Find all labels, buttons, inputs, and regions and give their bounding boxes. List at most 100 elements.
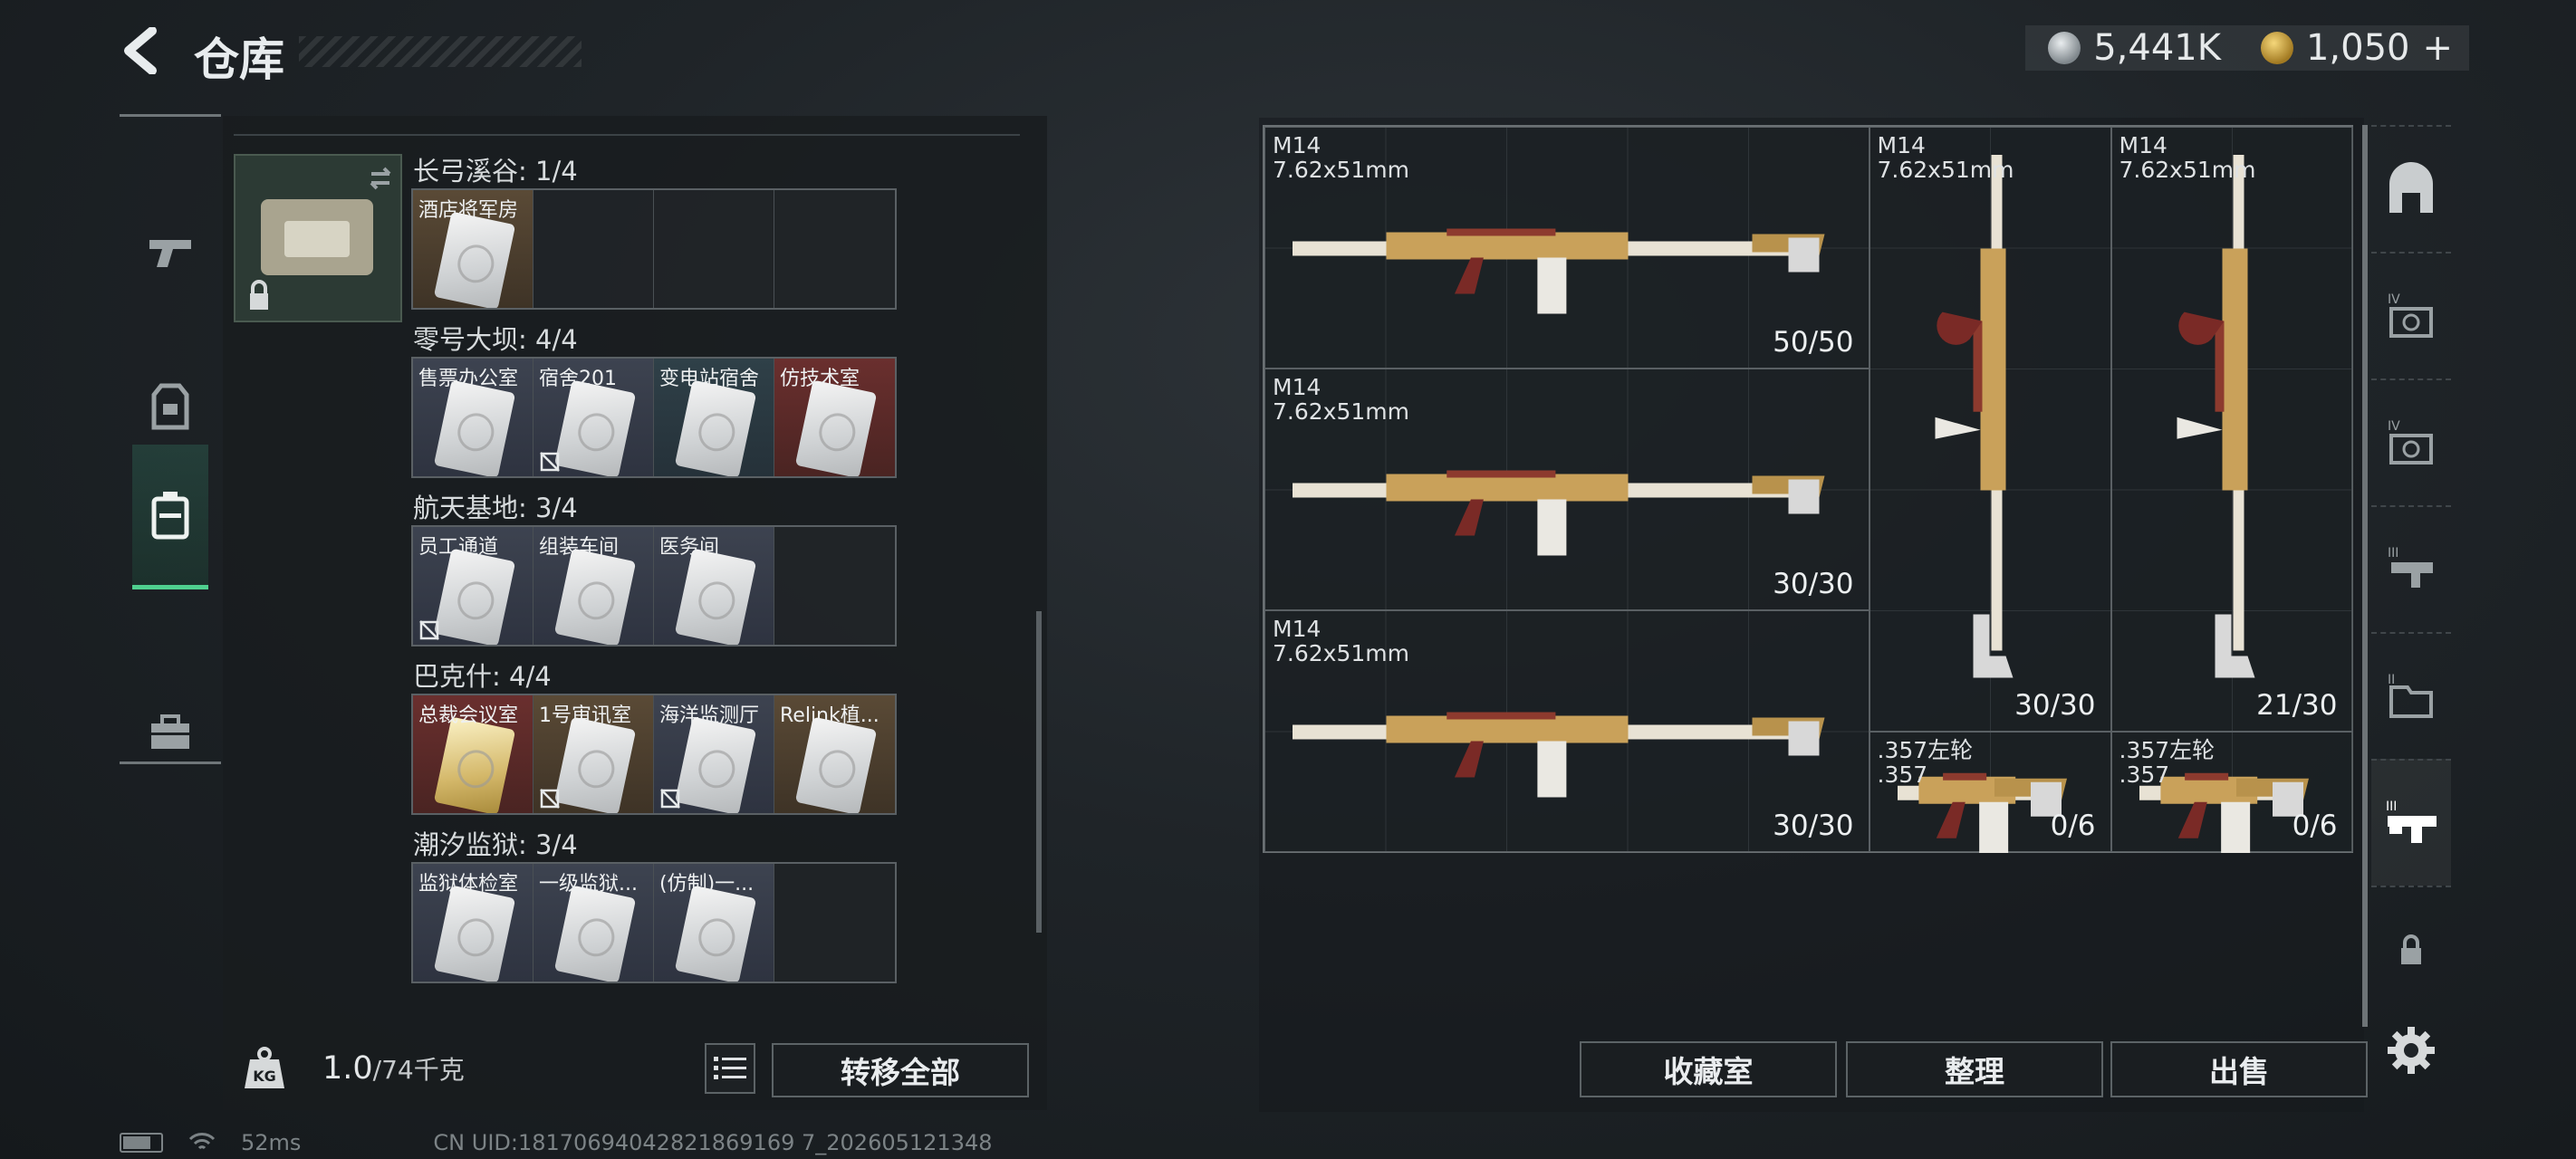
weapon-name-label: .357左轮 .357 — [1878, 738, 1974, 787]
no-insurance-icon — [660, 789, 680, 809]
weapon-name: M14 — [1877, 132, 1926, 158]
weapon-name-label: M14 7.62x51mm — [1273, 375, 1409, 424]
rail-storage-ii-button[interactable]: II — [2371, 632, 2451, 759]
currency-bar: 5,441K 1,050 + — [2025, 25, 2469, 71]
weapon-caliber: .357 — [2119, 761, 2170, 788]
empty-keycard-slot[interactable] — [774, 864, 895, 982]
keycard-label: (仿制)一... — [659, 873, 755, 896]
rail-storage-main-button[interactable] — [2371, 125, 2451, 252]
keycard-slot[interactable]: 变电站宿舍 — [654, 359, 774, 476]
right-scrollbar[interactable] — [2362, 125, 2368, 1027]
gold-amount: 1,050 — [2305, 27, 2410, 69]
back-arrow-icon[interactable] — [120, 27, 167, 74]
keycard-slot[interactable]: 组装车间 — [533, 527, 654, 645]
weapon-caliber: 7.62x51mm — [1877, 157, 2014, 183]
keycard-label: 监狱体检室 — [418, 873, 519, 896]
keycard-slot[interactable]: Relink植... — [774, 695, 895, 813]
weapon-item-m14[interactable]: M14 7.62x51mm 50/50 — [1264, 127, 1870, 369]
weapon-item-revolver[interactable]: .357左轮 .357 0/6 — [1869, 731, 2111, 853]
keycard-slot[interactable]: 总裁会议室 — [413, 695, 533, 813]
weapon-name-label: M14 7.62x51mm — [1273, 133, 1409, 182]
weapon-item-m14[interactable]: M14 7.62x51mm 30/30 — [1869, 127, 2111, 732]
keycard-image — [433, 211, 516, 308]
keycard-image — [553, 379, 637, 476]
organize-button[interactable]: 整理 — [1846, 1041, 2103, 1097]
keycard-image — [674, 379, 757, 476]
rifle-storage-icon: III — [2386, 800, 2437, 843]
keycard-slot[interactable]: 海洋监测厅 — [654, 695, 774, 813]
empty-keycard-slot[interactable] — [774, 527, 895, 645]
weapon-item-m14[interactable]: M14 7.62x51mm 30/30 — [1264, 610, 1870, 852]
keycard-case-icon — [151, 491, 189, 539]
weapon-ammo-count: 50/50 — [1773, 326, 1854, 359]
keycard-case-item[interactable] — [234, 154, 402, 322]
pistol-icon — [149, 240, 191, 267]
weapon-name: .357左轮 — [2119, 736, 2216, 763]
weapon-caliber: 7.62x51mm — [1273, 398, 1409, 425]
keycard-slot[interactable]: 1号审讯室 — [533, 695, 654, 813]
svg-text:IV: IV — [2388, 419, 2400, 434]
keycard-label: 1号审讯室 — [539, 704, 631, 727]
keycard-row: 酒店将军房 — [411, 188, 897, 310]
svg-text:II: II — [2388, 673, 2395, 687]
keycard-slot[interactable]: 监狱体检室 — [413, 864, 533, 982]
status-bar: 52ms CN UID:18170694042821869169 7_20260… — [120, 1130, 993, 1155]
rail-storage-iii-button[interactable]: III — [2371, 505, 2451, 632]
keycard-label: 售票办公室 — [418, 368, 519, 390]
keycard-image — [674, 885, 757, 982]
collection-room-button[interactable]: 收藏室 — [1580, 1041, 1837, 1097]
keycard-slot[interactable]: 医务间 — [654, 527, 774, 645]
weapon-item-m14[interactable]: M14 7.62x51mm 21/30 — [2110, 127, 2353, 732]
keycard-image — [433, 548, 516, 645]
empty-keycard-slot[interactable] — [774, 190, 895, 308]
region-title: 航天基地: 3/4 — [413, 493, 578, 523]
weapon-name: .357左轮 — [1877, 736, 1974, 763]
keycard-image — [433, 885, 516, 982]
region-title: 巴克什: 4/4 — [413, 661, 552, 692]
keycard-image — [433, 379, 516, 476]
weapon-ammo-count: 30/30 — [1773, 568, 1854, 600]
keycard-slot[interactable]: 员工通道 — [413, 527, 533, 645]
rail-keycard-button[interactable] — [132, 445, 208, 589]
keycard-image — [553, 548, 637, 645]
keycard-row: 售票办公室 宿舍201 变电站宿舍 仿技术室 — [411, 357, 897, 478]
storage-iii-icon: III — [2388, 546, 2433, 588]
weapon-item-m14[interactable]: M14 7.62x51mm 30/30 — [1264, 369, 1870, 610]
empty-keycard-slot[interactable] — [533, 190, 654, 308]
keycard-slot[interactable]: 售票办公室 — [413, 359, 533, 476]
weapon-item-revolver[interactable]: .357左轮 .357 0/6 — [2110, 731, 2353, 853]
gold-add-button[interactable]: + — [2422, 27, 2453, 69]
list-view-button[interactable] — [705, 1043, 755, 1094]
keycard-slot[interactable]: 宿舍201 — [533, 359, 654, 476]
keycard-label: 医务间 — [659, 536, 720, 559]
left-scrollbar[interactable] — [1036, 611, 1042, 933]
keycard-image — [674, 548, 757, 645]
weight-kg-icon: KG — [245, 1047, 284, 1088]
svg-text:III: III — [2386, 800, 2397, 814]
transfer-all-button[interactable]: 转移全部 — [772, 1043, 1029, 1097]
rail-weapons-button[interactable] — [132, 180, 208, 325]
keycard-image — [553, 885, 637, 982]
settings-gear-icon[interactable] — [2384, 1023, 2438, 1078]
keycard-slot[interactable]: 仿技术室 — [774, 359, 895, 476]
weapon-caliber: 7.62x51mm — [1273, 640, 1409, 666]
keycard-slot[interactable]: 一级监狱... — [533, 864, 654, 982]
empty-keycard-slot[interactable] — [654, 190, 774, 308]
rail-toolbox-button[interactable] — [132, 660, 208, 805]
keycard-slot[interactable]: 酒店将军房 — [413, 190, 533, 308]
weight-readout: 1.0/74千克 — [322, 1050, 465, 1087]
rail-storage-weapons-button[interactable]: III — [2371, 759, 2451, 886]
keycard-image — [433, 716, 516, 813]
sell-button[interactable]: 出售 — [2110, 1041, 2368, 1097]
weapon-image — [1935, 155, 2013, 678]
rail-storage-iv-a-button[interactable]: IV — [2371, 252, 2451, 378]
rail-storage-iv-b-button[interactable]: IV — [2371, 378, 2451, 505]
keycard-image — [794, 716, 878, 813]
keycard-slot[interactable]: (仿制)一... — [654, 864, 774, 982]
keycard-row: 总裁会议室 1号审讯室 海洋监测厅 Relink植... — [411, 694, 897, 815]
keycard-row: 监狱体检室 一级监狱... (仿制)一... — [411, 862, 897, 983]
warehouse-icon — [2389, 162, 2433, 213]
region-title: 长弓溪谷: 1/4 — [413, 156, 578, 187]
svg-text:III: III — [2388, 546, 2398, 560]
storage-ii-icon: II — [2388, 673, 2433, 718]
